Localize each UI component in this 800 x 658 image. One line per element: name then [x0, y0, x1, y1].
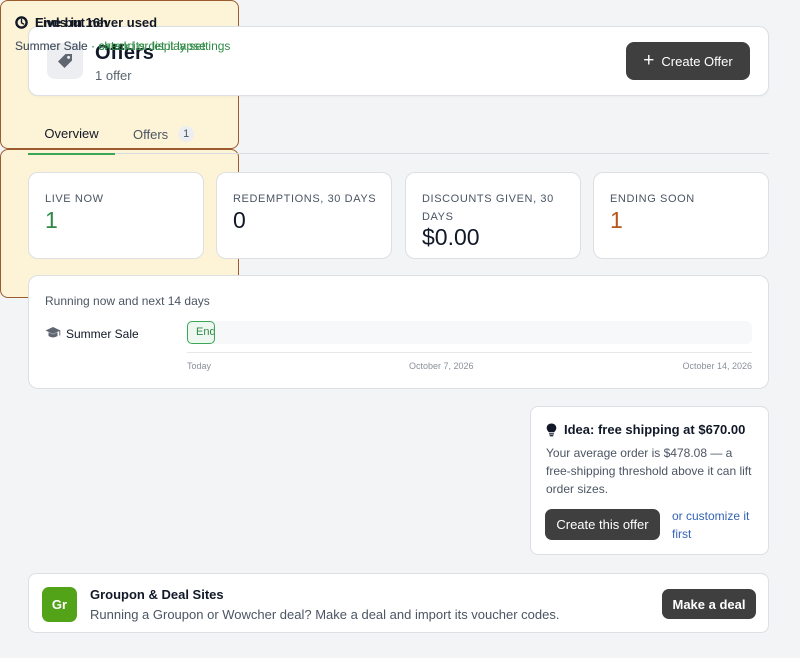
tab-overview-label: Overview [44, 126, 99, 141]
alert-text: Summer Sale · check its display settings [15, 38, 790, 54]
deal-title: Groupon & Deal Sites [90, 587, 224, 602]
timeline-row-name: Summer Sale [66, 327, 139, 341]
tab-offers-label: Offers [133, 126, 169, 142]
graduation-cap-icon [45, 327, 61, 338]
idea-title-text: Idea: free shipping at $670.00 [564, 422, 746, 437]
create-this-offer-button[interactable]: Create this offer [545, 509, 660, 540]
stat-label: DISCOUNTS GIVEN, 30 DAYS [422, 193, 554, 223]
stat-ending-soon: ENDING SOON 1 [593, 172, 769, 259]
customize-offer-link[interactable]: or customize it first [672, 507, 762, 543]
idea-body: Your average order is $478.08 — a free-s… [546, 446, 752, 496]
timeline-heading: Running now and next 14 days [45, 294, 210, 308]
circle-icon [15, 16, 28, 29]
groupon-deal-card: Gr Groupon & Deal Sites Running a Groupo… [28, 573, 769, 633]
make-deal-button[interactable]: Make a deal [662, 589, 756, 619]
stat-live-now: LIVE NOW 1 [28, 172, 204, 259]
stat-discounts-given: DISCOUNTS GIVEN, 30 DAYS $0.00 [405, 172, 581, 259]
timeline-offer-bar[interactable]: Ends [187, 321, 215, 344]
timeline-tick-end: October 14, 2026 [682, 361, 752, 371]
timeline-tick-today: Today [187, 361, 212, 371]
stat-value: 1 [45, 207, 58, 233]
create-offer-label: Create Offer [661, 53, 733, 69]
stat-value: 0 [233, 207, 246, 233]
alert-title: Live but never used [15, 15, 157, 30]
tab-offers[interactable]: Offers 1 [133, 114, 195, 154]
groupon-logo: Gr [42, 587, 77, 622]
tab-offers-count-badge: 1 [178, 126, 195, 142]
idea-free-shipping: Idea: free shipping at $670.00 Your aver… [530, 406, 769, 555]
tab-overview[interactable]: Overview [28, 114, 115, 155]
timeline-tick-mid: October 7, 2026 [409, 361, 474, 371]
tab-bar: Overview Offers 1 [28, 114, 769, 155]
alert-offer-name: Summer Sale [15, 39, 88, 53]
stat-value: $0.00 [422, 224, 480, 250]
lightbulb-icon [546, 423, 557, 436]
alert-sep: · [87, 39, 99, 53]
tag-icon [58, 54, 72, 68]
offers-header: Offers 1 offer + Create Offer [28, 26, 769, 96]
stat-label: REDEMPTIONS, 30 DAYS [233, 193, 377, 205]
stat-value: 1 [610, 207, 623, 233]
deal-description: Running a Groupon or Wowcher deal? Make … [90, 607, 560, 622]
timeline-card: Running now and next 14 days Summer Sale… [28, 275, 769, 389]
stat-redemptions: REDEMPTIONS, 30 DAYS 0 [216, 172, 392, 259]
display-settings-link[interactable]: check its display settings [98, 39, 230, 53]
timeline-track [187, 321, 752, 344]
stat-label: ENDING SOON [610, 193, 695, 205]
timeline-axis [187, 352, 752, 353]
stat-label: LIVE NOW [45, 193, 104, 205]
idea-title: Idea: free shipping at $670.00 [546, 422, 745, 437]
offer-count: 1 offer [95, 68, 132, 83]
alert-title-text: Live but never used [35, 15, 158, 30]
